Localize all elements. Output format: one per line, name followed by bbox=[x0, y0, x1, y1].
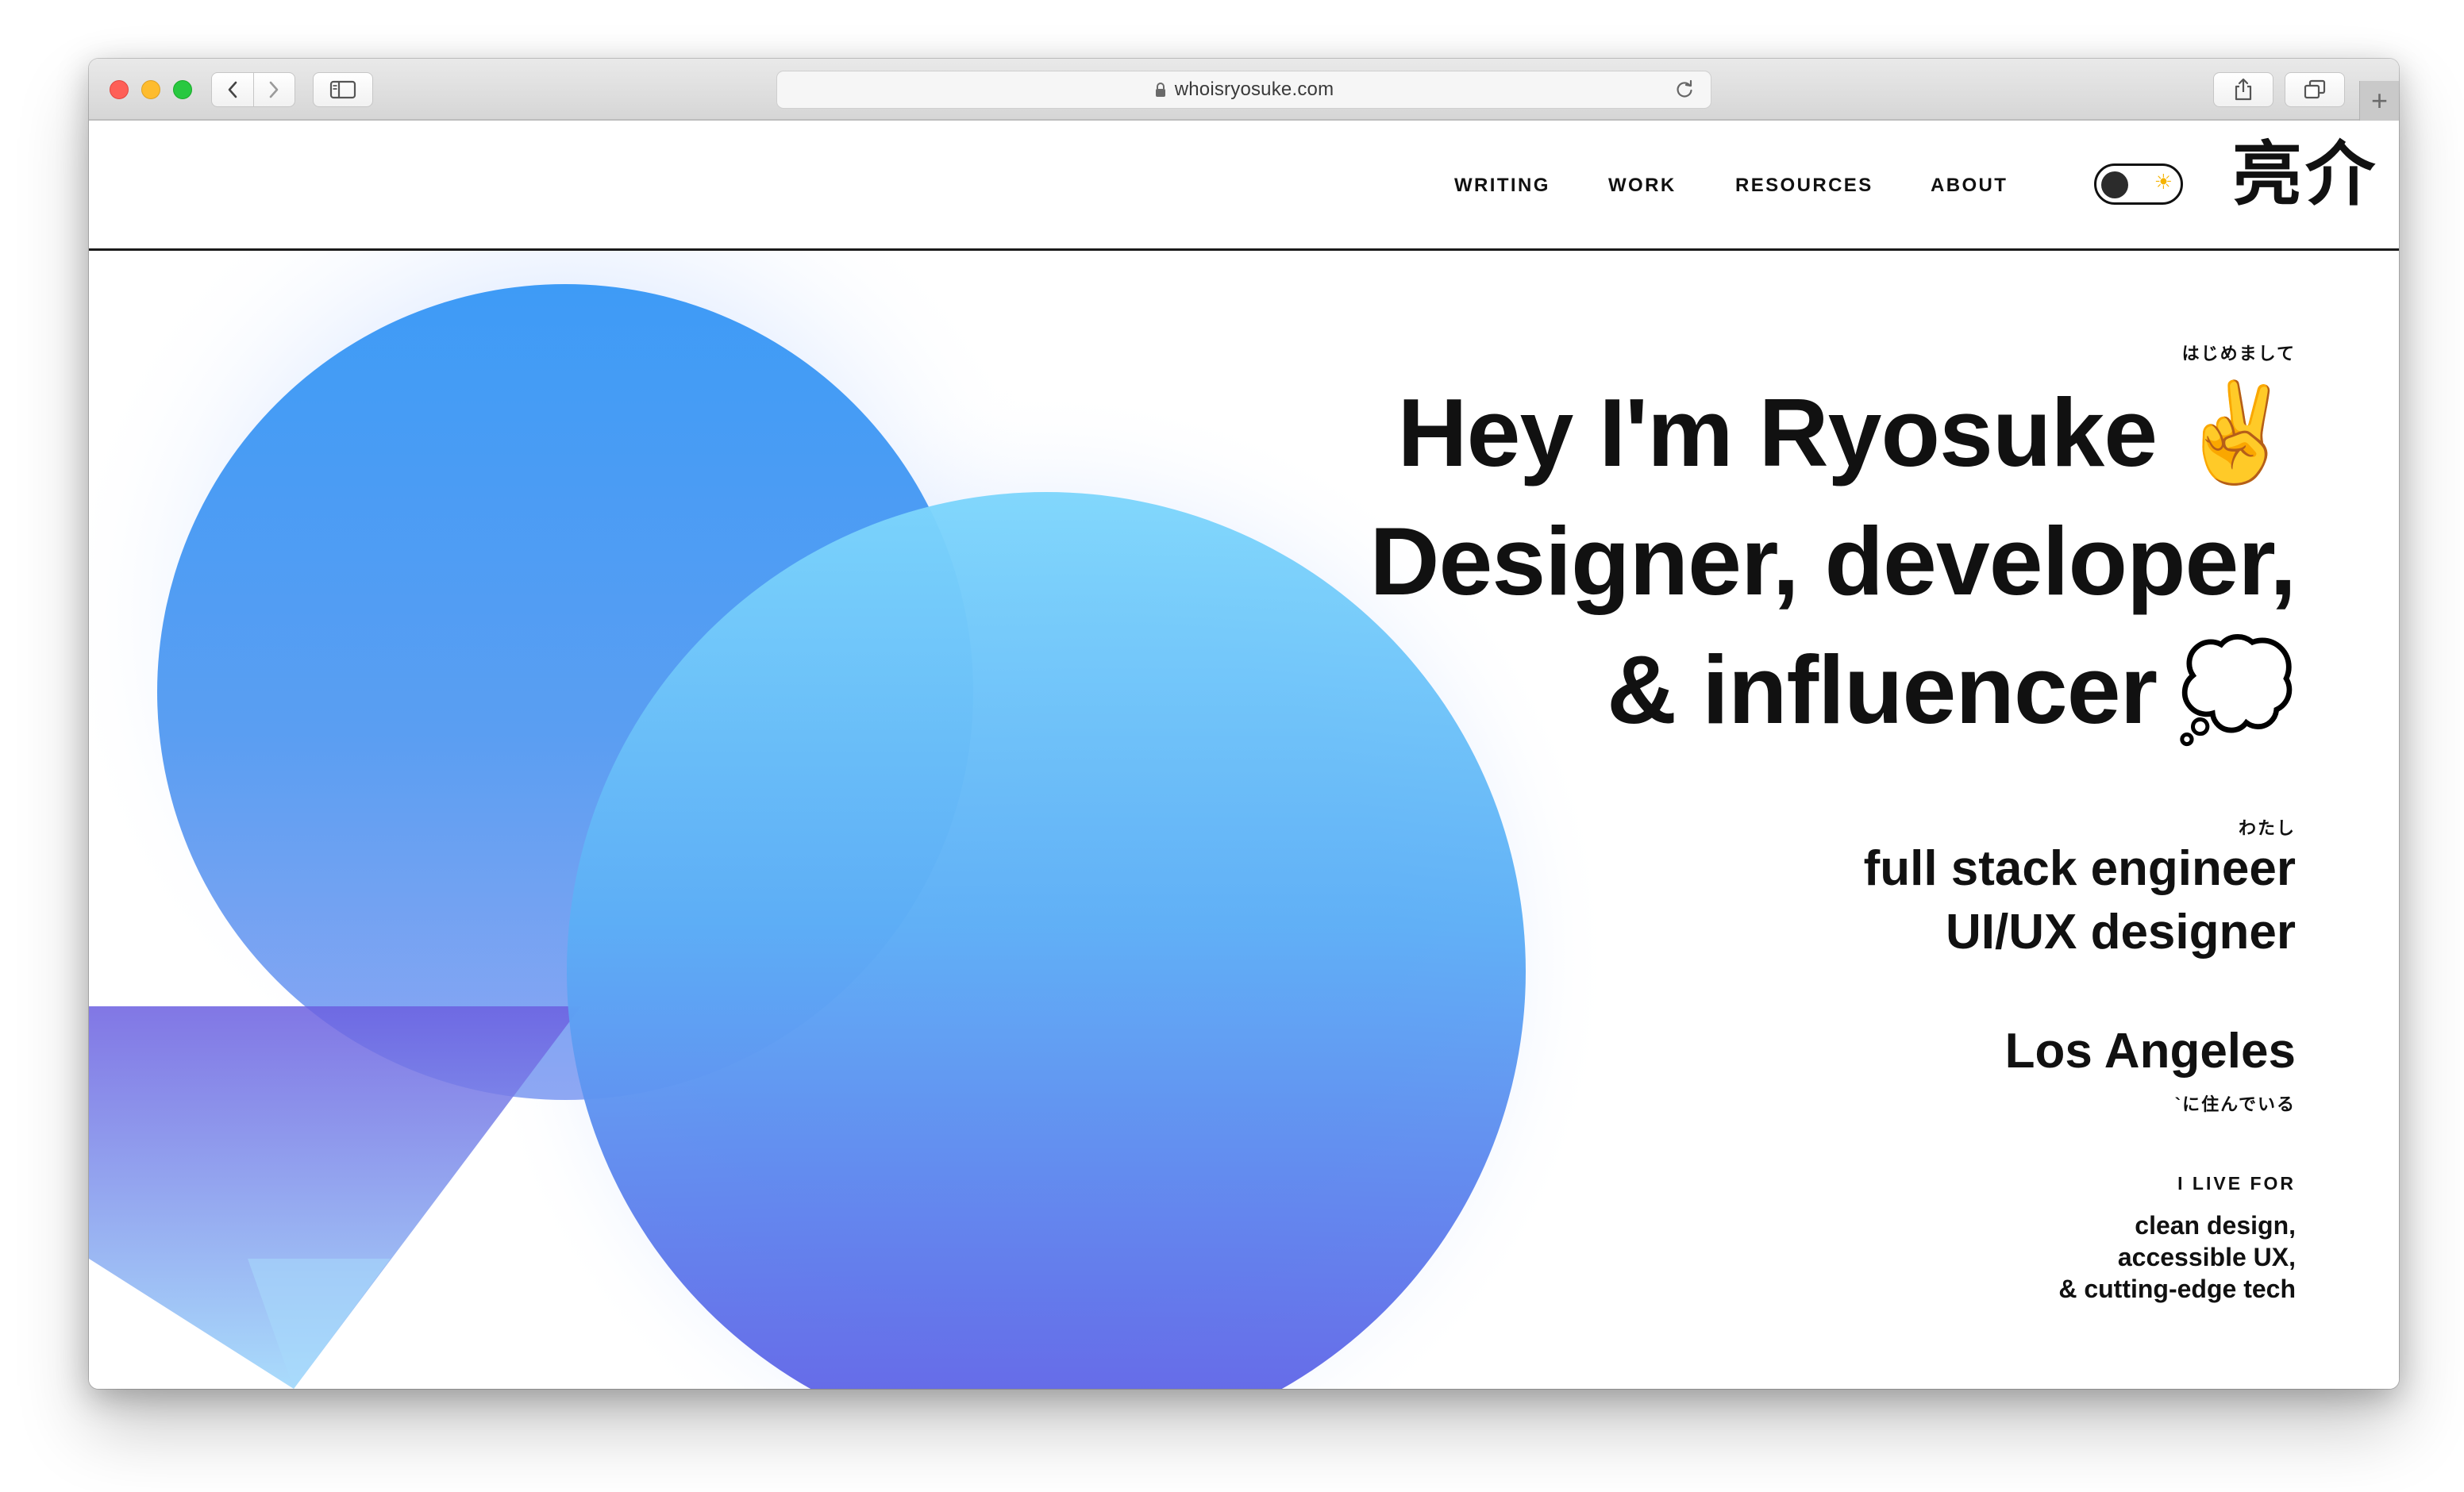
hero-headline-line-2: Designer, developer, bbox=[1369, 507, 2297, 615]
history-nav-group bbox=[211, 72, 295, 107]
peace-hand-icon: ✌️ bbox=[2176, 376, 2297, 489]
nav-resources-link[interactable]: RESOURCES bbox=[1735, 176, 1873, 195]
close-window-button[interactable] bbox=[110, 80, 129, 99]
browser-window: whoisryosuke.com + WRITING WORK RESOURCE… bbox=[89, 59, 2399, 1389]
forward-button[interactable] bbox=[252, 73, 295, 106]
site-logo[interactable]: 亮介 bbox=[2232, 140, 2378, 210]
location-furigana: `に住んでいる bbox=[2174, 1094, 2296, 1114]
nav-writing-link[interactable]: WRITING bbox=[1454, 176, 1550, 195]
toggle-knob bbox=[2101, 171, 2128, 198]
hero-headline-line-1: Hey I'm Ryosuke ✌️ bbox=[1398, 376, 2297, 489]
thought-bubble-icon: 💭 bbox=[2176, 633, 2297, 746]
nav-work-link[interactable]: WORK bbox=[1608, 176, 1677, 195]
role-full-stack: full stack engineer bbox=[1863, 841, 2296, 896]
sun-icon: ☀ bbox=[2154, 170, 2173, 194]
roles-furigana: わたし bbox=[2238, 818, 2296, 838]
browser-toolbar: whoisryosuke.com + bbox=[89, 59, 2399, 121]
role-designer: UI/UX designer bbox=[1946, 905, 2296, 959]
reload-icon[interactable] bbox=[1674, 79, 1695, 104]
address-bar[interactable]: whoisryosuke.com bbox=[776, 71, 1711, 109]
hero-headline-line-3: & influencer 💭 bbox=[1607, 633, 2297, 746]
tab-overview-button[interactable] bbox=[2285, 72, 2345, 107]
nav-about-link[interactable]: ABOUT bbox=[1931, 176, 2008, 195]
web-page: WRITING WORK RESOURCES ABOUT ☀ 亮介 はじめまして… bbox=[89, 121, 2399, 1389]
zoom-window-button[interactable] bbox=[173, 80, 192, 99]
live-for-item: clean design, bbox=[2135, 1211, 2296, 1240]
theme-toggle[interactable]: ☀ bbox=[2094, 163, 2183, 205]
minimize-window-button[interactable] bbox=[141, 80, 160, 99]
live-for-heading: I LIVE FOR bbox=[2177, 1173, 2296, 1194]
new-tab-button[interactable]: + bbox=[2359, 81, 2399, 121]
chevron-left-icon bbox=[228, 81, 237, 98]
site-header: WRITING WORK RESOURCES ABOUT ☀ 亮介 bbox=[89, 121, 2399, 251]
tabs-overview-icon bbox=[2304, 79, 2326, 99]
hero-greeting: Hey I'm Ryosuke bbox=[1397, 379, 2158, 486]
hero-influencer: & influencer bbox=[1607, 636, 2158, 744]
share-button[interactable] bbox=[2213, 72, 2273, 107]
sidebar-toggle-button[interactable] bbox=[313, 72, 373, 107]
back-button[interactable] bbox=[212, 73, 253, 106]
url-text: whoisryosuke.com bbox=[1174, 79, 1334, 100]
live-for-item: & cutting-edge tech bbox=[2058, 1275, 2296, 1303]
intro-furigana: はじめまして bbox=[2181, 344, 2296, 363]
live-for-item: accessible UX, bbox=[2117, 1243, 2296, 1271]
share-icon bbox=[2235, 78, 2252, 101]
sidebar-icon bbox=[329, 80, 356, 99]
chevron-right-icon bbox=[269, 81, 279, 98]
lock-icon bbox=[1154, 82, 1167, 98]
location-text: Los Angeles bbox=[2004, 1024, 2296, 1079]
